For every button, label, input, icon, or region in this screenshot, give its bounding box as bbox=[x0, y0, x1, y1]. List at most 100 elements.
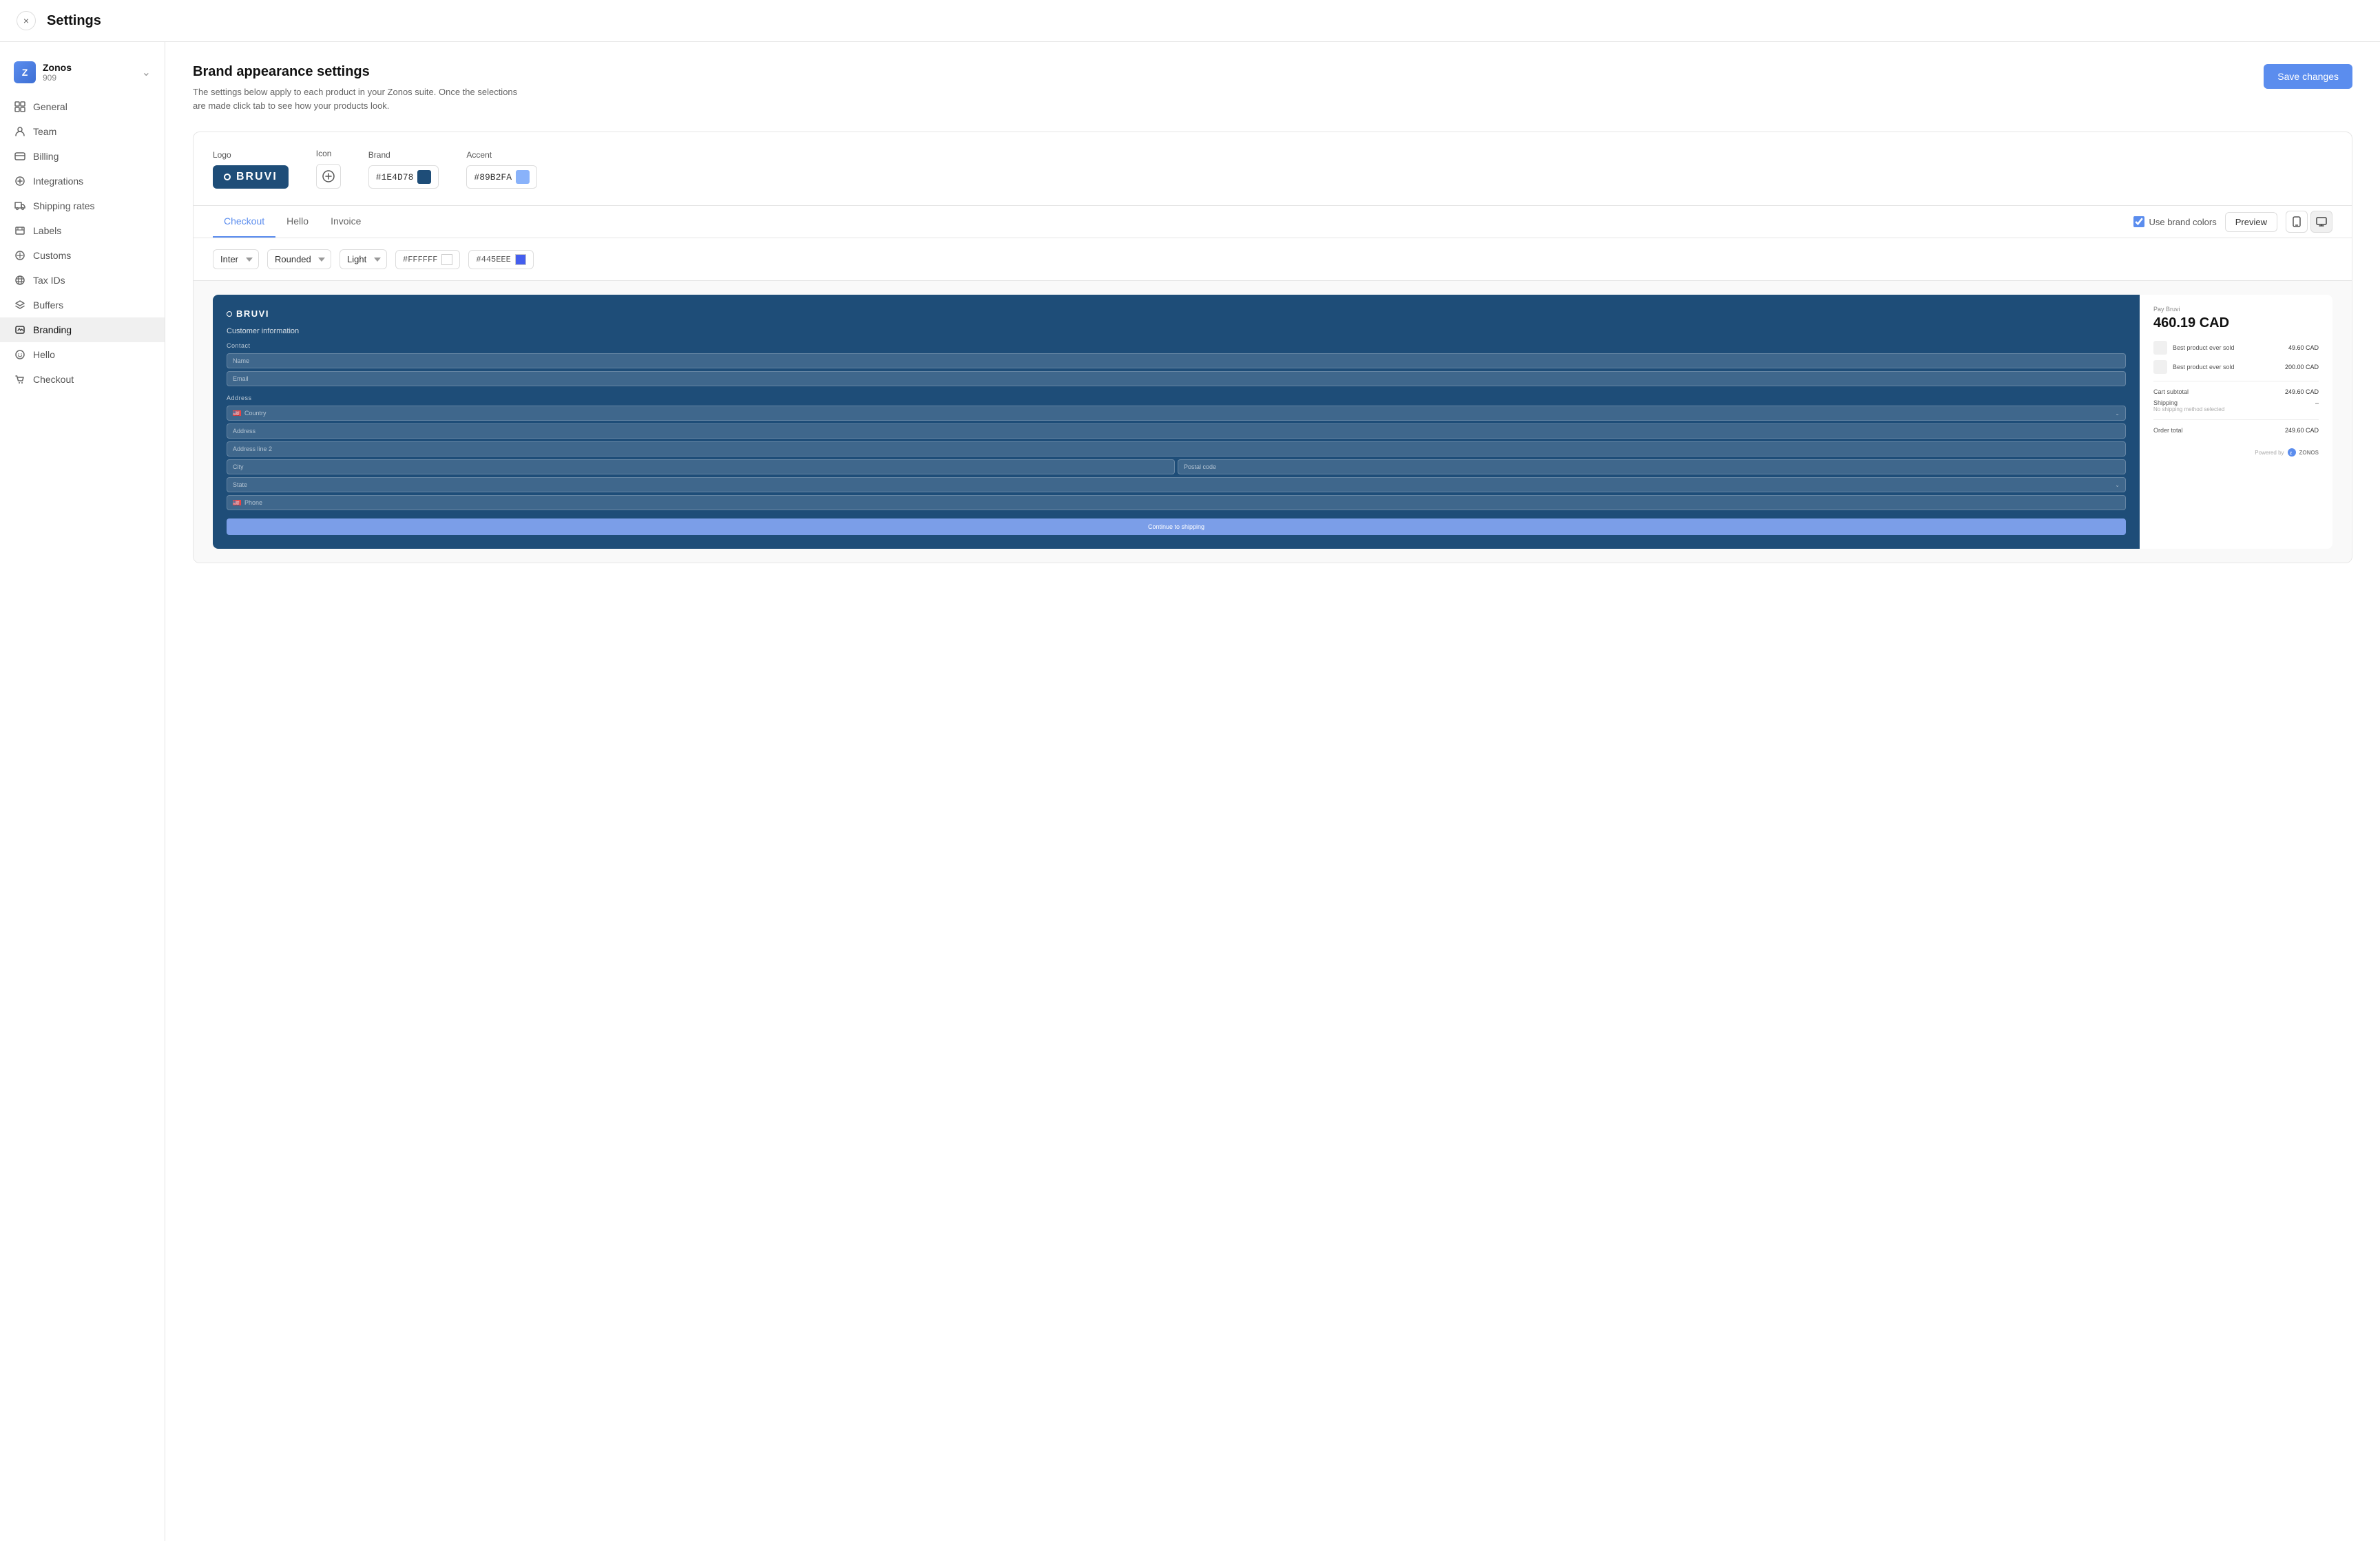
bruvi-logo-dot-icon bbox=[227, 311, 232, 317]
use-brand-label: Use brand colors bbox=[2149, 217, 2216, 227]
state-field-text: State bbox=[233, 481, 2115, 488]
accent-input-bar[interactable]: #445EEE bbox=[468, 250, 533, 269]
page-header-text: Brand appearance settings The settings b… bbox=[193, 64, 523, 112]
order-total-value: 249.60 CAD bbox=[2285, 427, 2319, 434]
style-select[interactable]: Rounded bbox=[267, 249, 331, 269]
phone-field-preview: 🇺🇸 Phone bbox=[227, 495, 2126, 510]
shipping-note: No shipping method selected bbox=[2153, 406, 2319, 412]
sidebar-item-checkout-label: Checkout bbox=[33, 374, 74, 385]
sidebar-nav: General Team Billing bbox=[0, 94, 165, 392]
desktop-view-button[interactable] bbox=[2310, 211, 2332, 233]
order-summary-preview: Pay Bruvi 460.19 CAD Best product ever s… bbox=[2140, 295, 2332, 549]
sidebar-item-shipping-rates[interactable]: Shipping rates bbox=[0, 193, 165, 218]
sidebar-item-billing[interactable]: Billing bbox=[0, 144, 165, 169]
tab-checkout[interactable]: Checkout bbox=[213, 206, 275, 238]
preview-button[interactable]: Preview bbox=[2225, 212, 2277, 232]
item-thumbnail-2 bbox=[2153, 360, 2167, 374]
main-layout: Z Zonos 909 ⌄ General bbox=[0, 42, 2380, 1541]
powered-by-text: Powered by bbox=[2255, 450, 2284, 456]
city-field-preview: City bbox=[227, 459, 1175, 474]
checkout-form-preview: BRUVI Customer information Contact Name … bbox=[213, 295, 2140, 549]
user-icon bbox=[14, 125, 26, 138]
close-button[interactable]: × bbox=[17, 11, 36, 30]
font-select[interactable]: Inter bbox=[213, 249, 259, 269]
sidebar-item-checkout[interactable]: Checkout bbox=[0, 367, 165, 392]
icon-col: Icon bbox=[316, 149, 341, 189]
item-name-2: Best product ever sold bbox=[2173, 364, 2285, 370]
page-title: Settings bbox=[47, 13, 101, 29]
settings-card: Logo BRUVI Icon Brand bbox=[193, 132, 2352, 563]
shipping-value: – bbox=[2315, 399, 2319, 406]
bruvi-logo-preview: BRUVI bbox=[227, 308, 2126, 319]
bg-color-input[interactable]: #FFFFFF bbox=[395, 250, 460, 269]
org-avatar: Z bbox=[14, 61, 36, 83]
customs-icon bbox=[14, 249, 26, 262]
sidebar-item-labels[interactable]: Labels bbox=[0, 218, 165, 243]
plug-icon bbox=[14, 175, 26, 187]
brand-color-col: Brand #1E4D78 bbox=[368, 150, 439, 189]
sidebar-item-shipping-rates-label: Shipping rates bbox=[33, 200, 95, 211]
sidebar: Z Zonos 909 ⌄ General bbox=[0, 42, 165, 1541]
bruvi-logo-text: BRUVI bbox=[236, 308, 269, 319]
customer-info-title: Customer information bbox=[227, 327, 2126, 335]
org-switcher[interactable]: Z Zonos 909 ⌄ bbox=[0, 56, 165, 94]
address-field-preview: Address bbox=[227, 423, 2126, 439]
order-total-label: Order total bbox=[2153, 427, 2183, 434]
brand-appearance-description: The settings below apply to each product… bbox=[193, 85, 523, 112]
save-changes-button[interactable]: Save changes bbox=[2264, 64, 2352, 89]
logo-col: Logo BRUVI bbox=[213, 150, 289, 189]
use-brand-colors-toggle[interactable]: Use brand colors bbox=[2133, 216, 2216, 227]
theme-select[interactable]: Light bbox=[340, 249, 387, 269]
sidebar-item-branding-label: Branding bbox=[33, 324, 72, 335]
accent-color-input[interactable]: #89B2FA bbox=[466, 165, 537, 189]
sidebar-item-integrations[interactable]: Integrations bbox=[0, 169, 165, 193]
sidebar-item-branding[interactable]: Branding bbox=[0, 317, 165, 342]
contact-section: Contact Name Email bbox=[227, 342, 2126, 386]
address-line2-field-preview: Address line 2 bbox=[227, 441, 2126, 457]
sidebar-item-hello[interactable]: Hello bbox=[0, 342, 165, 367]
tabs-right: Use brand colors Preview bbox=[2133, 211, 2332, 233]
item-price-1: 49.60 CAD bbox=[2288, 344, 2319, 351]
zonos-logo-icon: Z bbox=[2287, 448, 2297, 457]
sidebar-item-team[interactable]: Team bbox=[0, 119, 165, 144]
accent-color-col: Accent #89B2FA bbox=[466, 150, 537, 189]
org-info: Zonos 909 bbox=[43, 62, 72, 83]
sidebar-item-tax-ids[interactable]: Tax IDs bbox=[0, 268, 165, 293]
hello-icon bbox=[14, 348, 26, 361]
item-name-1: Best product ever sold bbox=[2173, 344, 2288, 351]
icon-button[interactable] bbox=[316, 164, 341, 189]
postal-field-preview: Postal code bbox=[1178, 459, 2126, 474]
tabs-row: Checkout Hello Invoice Use brand colors … bbox=[194, 206, 2352, 238]
sidebar-item-general[interactable]: General bbox=[0, 94, 165, 119]
accent-color-hex: #89B2FA bbox=[474, 172, 512, 182]
cart-subtotal-value: 249.60 CAD bbox=[2285, 388, 2319, 395]
icon-label: Icon bbox=[316, 149, 341, 158]
brand-appearance-title: Brand appearance settings bbox=[193, 64, 523, 80]
address-label: Address bbox=[227, 395, 2126, 401]
sidebar-item-buffers[interactable]: Buffers bbox=[0, 293, 165, 317]
checkout-icon bbox=[14, 373, 26, 386]
label-icon bbox=[14, 224, 26, 237]
order-item-1: Best product ever sold 49.60 CAD bbox=[2153, 341, 2319, 355]
app-window: × Settings Z Zonos 909 ⌄ bbox=[0, 0, 2380, 1541]
brand-color-swatch bbox=[417, 170, 431, 184]
brand-color-input[interactable]: #1E4D78 bbox=[368, 165, 439, 189]
use-brand-checkbox[interactable] bbox=[2133, 216, 2144, 227]
continue-shipping-button-preview[interactable]: Continue to shipping bbox=[227, 518, 2126, 535]
chevron-icon-country: ⌄ bbox=[2115, 410, 2120, 417]
sidebar-item-customs[interactable]: Customs bbox=[0, 243, 165, 268]
bg-color-hex: #FFFFFF bbox=[403, 255, 437, 264]
brand-color-label: Brand bbox=[368, 150, 439, 160]
email-field-preview: Email bbox=[227, 371, 2126, 386]
powered-by-row: Powered by Z ZONOS bbox=[2153, 448, 2319, 457]
flag-icon: 🇺🇸 bbox=[233, 410, 241, 416]
city-postal-row: City Postal code bbox=[227, 459, 2126, 474]
tab-invoice[interactable]: Invoice bbox=[320, 206, 372, 238]
tabs-left: Checkout Hello Invoice bbox=[213, 206, 372, 238]
mobile-view-button[interactable] bbox=[2286, 211, 2308, 233]
logo-label: Logo bbox=[213, 150, 289, 160]
header: × Settings bbox=[0, 0, 2380, 42]
card-icon bbox=[14, 150, 26, 163]
brand-color-hex: #1E4D78 bbox=[376, 172, 414, 182]
tab-hello[interactable]: Hello bbox=[275, 206, 320, 238]
